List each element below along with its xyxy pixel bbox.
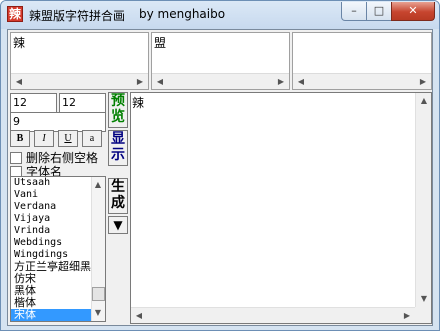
char-count-input[interactable]: 9	[10, 112, 106, 132]
preview-horizontal-scrollbar[interactable]: ◀ ▶	[131, 307, 415, 323]
pane-3-scrollbar[interactable]: ◀ ▶	[293, 73, 431, 89]
italic-button[interactable]: I	[34, 130, 54, 147]
minimize-button[interactable]: –	[341, 2, 367, 21]
app-icon: 辣	[7, 6, 23, 22]
preview-area[interactable]: 辣 ▲ ▼ ◀ ▶	[130, 92, 432, 324]
strikeout-button[interactable]: a	[82, 130, 102, 147]
font-list[interactable]: Utsaah Vani Verdana Vijaya Vrinda Webdin…	[10, 176, 106, 322]
scroll-right-icon[interactable]: ▶	[132, 74, 148, 90]
maximize-button[interactable]: □	[366, 2, 392, 21]
scroll-right-icon[interactable]: ▶	[415, 74, 431, 90]
display-button[interactable]: 显示	[108, 130, 128, 166]
scroll-left-icon[interactable]: ◀	[131, 308, 147, 324]
scroll-down-icon[interactable]: ▼	[416, 291, 432, 307]
generate-button[interactable]: 生成	[108, 178, 128, 214]
text-pane-3[interactable]: ◀ ▶	[292, 32, 432, 90]
preview-text: 辣	[132, 96, 145, 110]
preview-button[interactable]: 预览	[108, 92, 128, 128]
scroll-right-icon[interactable]: ▶	[399, 308, 415, 324]
window-author: by menghaibo	[139, 7, 226, 21]
preview-vertical-scrollbar[interactable]: ▲ ▼	[415, 93, 431, 307]
pane-1-text: 辣	[13, 36, 26, 50]
client-area: 辣 ◀ ▶ 盟 ◀ ▶ ◀ ▶ 12 12 9 B I U a 删除右侧空格 字…	[7, 29, 433, 326]
underline-button[interactable]: U	[58, 130, 78, 147]
font-list-scroll-thumb[interactable]	[92, 287, 105, 301]
cell-size-input[interactable]: 12	[59, 93, 106, 113]
scroll-up-icon[interactable]: ▲	[91, 177, 105, 193]
scroll-left-icon[interactable]: ◀	[293, 74, 309, 90]
app-window: 辣 辣盟版字符拼合画 by menghaibo – □ ✕ 辣 ◀ ▶ 盟 ◀ …	[0, 0, 440, 331]
pane-1-scrollbar[interactable]: ◀ ▶	[11, 73, 148, 89]
close-button[interactable]: ✕	[391, 2, 435, 21]
dropdown-arrow-button[interactable]: ▼	[108, 216, 128, 234]
font-list-scrollbar[interactable]: ▲ ▼	[91, 177, 105, 321]
scroll-left-icon[interactable]: ◀	[11, 74, 27, 90]
font-size-input[interactable]: 12	[10, 93, 57, 113]
font-name-option[interactable]: 字体名	[10, 163, 62, 179]
pane-2-text: 盟	[154, 36, 167, 50]
scroll-left-icon[interactable]: ◀	[152, 74, 168, 90]
scroll-down-icon[interactable]: ▼	[91, 305, 105, 321]
title-bar[interactable]: 辣 辣盟版字符拼合画 by menghaibo – □ ✕	[1, 1, 439, 29]
scrollbar-corner	[415, 307, 431, 323]
trim-right-spaces-option[interactable]: 删除右侧空格	[10, 149, 98, 165]
window-title: 辣盟版字符拼合画	[29, 9, 126, 23]
pane-2-scrollbar[interactable]: ◀ ▶	[152, 73, 289, 89]
text-pane-1[interactable]: 辣 ◀ ▶	[10, 32, 149, 90]
bold-button[interactable]: B	[10, 130, 30, 147]
scroll-up-icon[interactable]: ▲	[416, 93, 432, 109]
text-pane-2[interactable]: 盟 ◀ ▶	[151, 32, 290, 90]
scroll-right-icon[interactable]: ▶	[273, 74, 289, 90]
